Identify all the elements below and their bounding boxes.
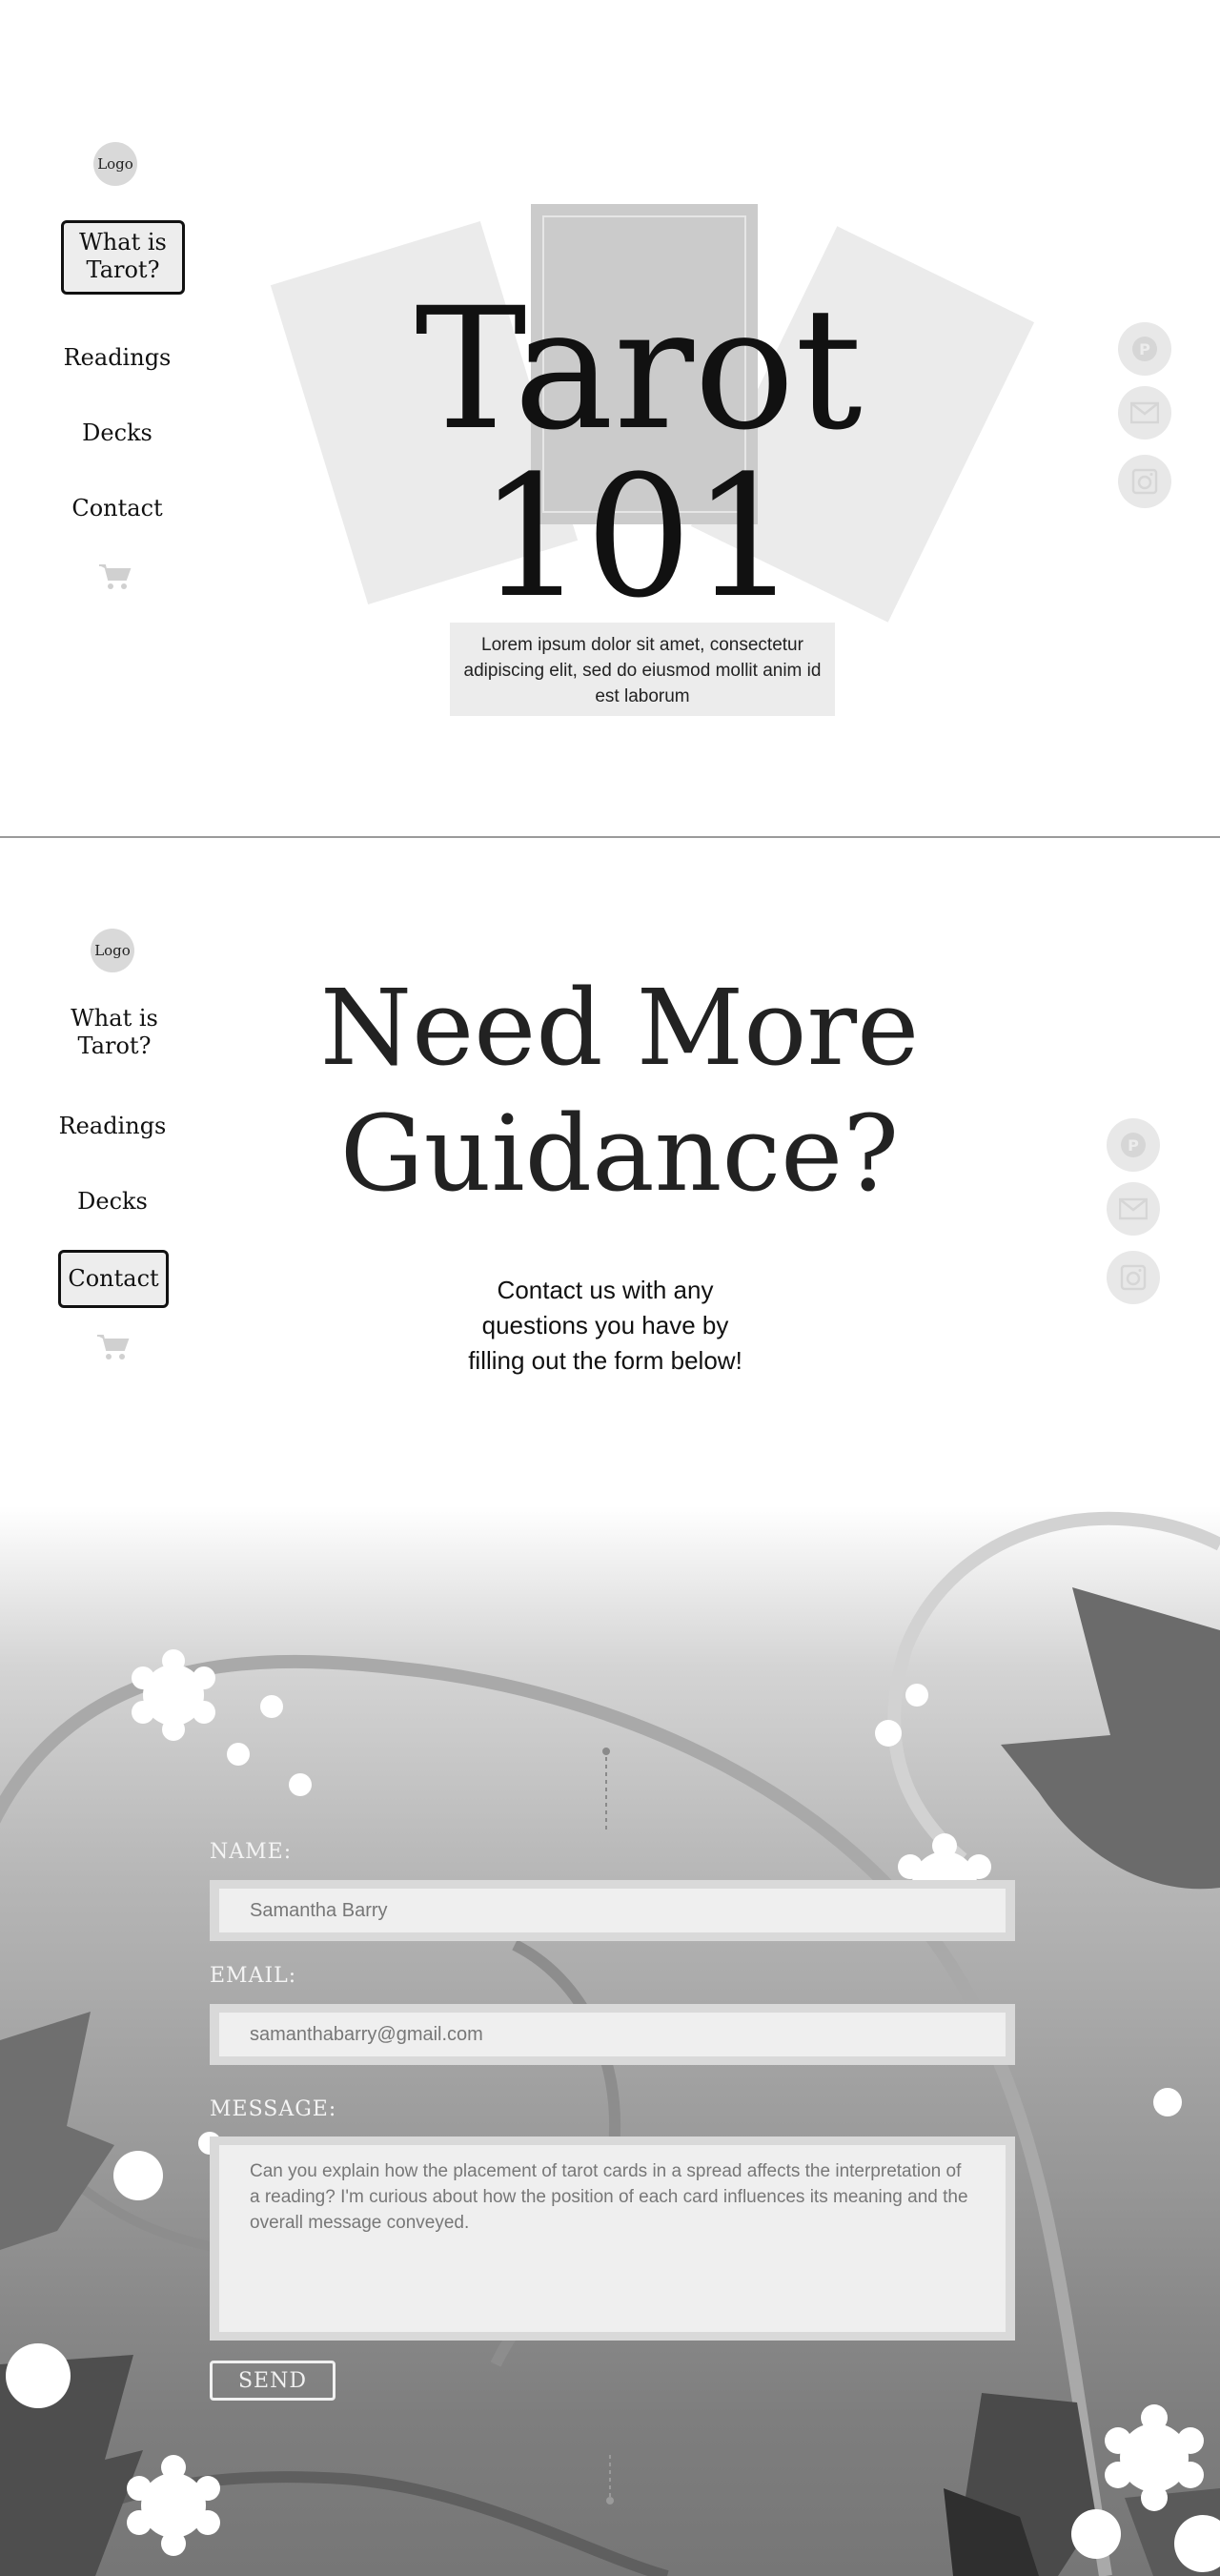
pinterest-icon: P [1132,337,1157,361]
email-input[interactable]: samanthabarry@gmail.com [219,2013,1006,2056]
nav-label: Readings [58,1113,167,1139]
logo[interactable]: Logo [91,929,134,972]
message-field[interactable]: Can you explain how the placement of tar… [210,2136,1015,2341]
nav-item-decks[interactable]: Decks [55,419,179,447]
email-label: EMAIL: [210,1964,297,1988]
nav-item-what-is-tarot[interactable]: What is Tarot? [52,1005,176,1060]
mail-button[interactable] [1118,386,1171,440]
cart-icon[interactable] [95,1333,130,1361]
logo[interactable]: Logo [93,142,137,186]
contact-title-line: Need More [319,967,920,1089]
instagram-icon [1120,1264,1147,1291]
mail-icon [1130,401,1159,424]
nav-label: What is [71,1005,158,1032]
name-label: NAME: [210,1840,293,1864]
cart-icon[interactable] [97,562,132,591]
nav-label: Contact [71,495,163,521]
svg-text:P: P [1139,340,1150,358]
instagram-icon [1131,468,1158,495]
contact-description: Contact us with any questions you have b… [468,1276,742,1375]
nav-label: Tarot? [86,256,160,283]
pinterest-button[interactable]: P [1107,1118,1160,1172]
nav-item-readings[interactable]: Readings [55,343,179,372]
mail-button[interactable] [1107,1182,1160,1236]
message-textarea[interactable]: Can you explain how the placement of tar… [219,2145,1006,2332]
pinterest-button[interactable]: P [1118,322,1171,376]
logo-text: Logo [94,942,131,959]
nav-item-contact[interactable]: Contact [55,494,179,522]
nav-label: Contact [68,1265,159,1292]
section-divider [0,836,1220,838]
mail-icon [1119,1197,1148,1220]
contact-title: Need More Guidance? [315,965,925,1216]
pinterest-icon: P [1121,1133,1146,1157]
tarot-101-page: Logo What is Tarot? Readings Decks Conta… [0,0,1220,839]
nav-item-what-is-tarot[interactable]: What is Tarot? [61,220,185,295]
hero-description: Lorem ipsum dolor sit amet, consectetur … [450,623,835,716]
contact-title-line: Guidance? [339,1093,900,1215]
nav-item-contact[interactable]: Contact [58,1250,169,1308]
nav-label: Tarot? [77,1032,152,1059]
name-field[interactable]: Samantha Barry [210,1880,1015,1941]
send-button[interactable]: SEND [210,2361,336,2401]
nav-label: What is [79,229,167,256]
instagram-button[interactable] [1107,1251,1160,1304]
svg-text:P: P [1128,1136,1139,1155]
email-field[interactable]: samanthabarry@gmail.com [210,2004,1015,2065]
instagram-button[interactable] [1118,455,1171,508]
nav-label: Decks [77,1188,148,1215]
nav-item-decks[interactable]: Decks [51,1187,174,1216]
name-input[interactable]: Samantha Barry [219,1889,1006,1932]
nav-item-readings[interactable]: Readings [51,1112,174,1140]
nav-label: Decks [82,419,152,446]
logo-text: Logo [97,155,133,173]
message-label: MESSAGE: [210,2097,337,2121]
nav-label: Readings [63,344,172,371]
hero-title: Tarot 101 [415,272,863,635]
